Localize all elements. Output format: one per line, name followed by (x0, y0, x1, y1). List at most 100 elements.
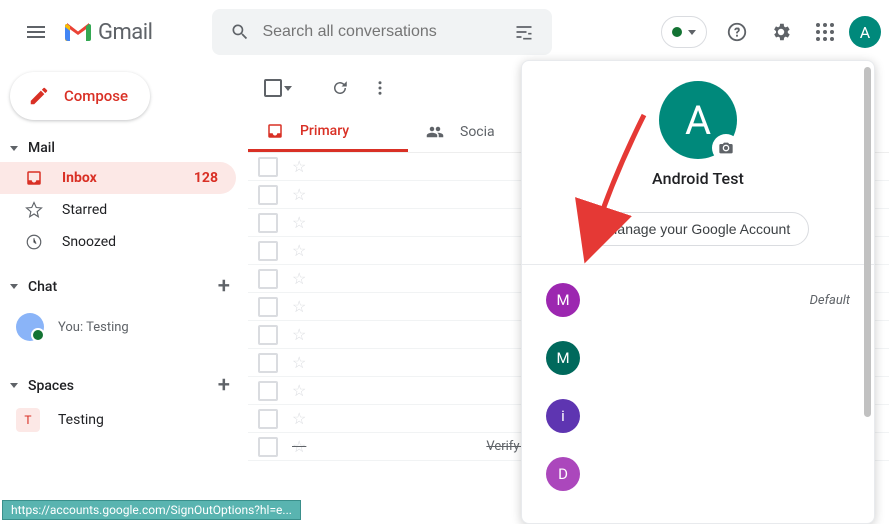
space-item-label: Testing (58, 412, 104, 428)
hamburger-icon (24, 20, 48, 44)
mail-checkbox[interactable] (258, 437, 278, 457)
mail-checkbox[interactable] (258, 185, 278, 205)
tab-primary[interactable]: Primary (248, 112, 408, 152)
mail-checkbox[interactable] (258, 409, 278, 429)
refresh-icon (331, 79, 349, 97)
star-button[interactable]: ☆ (292, 185, 306, 204)
spaces-section-header[interactable]: Spaces + (0, 367, 248, 404)
sidebar-item-snoozed[interactable]: Snoozed (0, 226, 236, 258)
account-row[interactable]: D (522, 445, 874, 503)
chat-item-label: You: Testing (58, 320, 129, 335)
support-button[interactable] (717, 12, 757, 52)
star-button[interactable]: ☆ (292, 409, 306, 428)
chat-section-header[interactable]: Chat + (0, 268, 248, 305)
header: Gmail A (0, 0, 889, 64)
caret-down-icon (284, 86, 292, 91)
chat-avatar-icon (16, 313, 44, 341)
default-account-tag: Default (810, 293, 850, 308)
caret-down-icon (10, 383, 18, 388)
star-button[interactable]: ☆ (292, 353, 306, 372)
gear-icon (770, 21, 792, 43)
search-input[interactable] (260, 22, 504, 42)
account-big-avatar: A (659, 81, 737, 159)
add-chat-button[interactable]: + (218, 274, 230, 299)
star-button[interactable]: ☆ (292, 381, 306, 400)
star-icon (24, 201, 44, 219)
chat-item[interactable]: You: Testing (0, 305, 248, 349)
inbox-icon (24, 169, 44, 187)
people-icon (426, 123, 444, 141)
star-button[interactable]: ☆ (292, 213, 306, 232)
sidebar-item-starred[interactable]: Starred (0, 194, 236, 226)
search-options-icon[interactable] (504, 22, 544, 42)
more-button[interactable] (360, 68, 400, 108)
chat-section-label: Chat (28, 279, 57, 295)
mail-checkbox[interactable] (258, 241, 278, 261)
mail-checkbox[interactable] (258, 325, 278, 345)
account-row[interactable]: M Default (522, 271, 874, 329)
select-all-checkbox[interactable] (258, 73, 298, 103)
inbox-count: 128 (194, 170, 218, 186)
active-status-icon (672, 27, 682, 37)
change-photo-button[interactable] (712, 134, 740, 162)
account-row[interactable]: M (522, 329, 874, 387)
spaces-section-label: Spaces (28, 378, 74, 394)
search-bar[interactable] (212, 9, 552, 55)
tab-social-label: Socia (460, 124, 495, 140)
mail-checkbox[interactable] (258, 381, 278, 401)
clock-icon (24, 233, 44, 251)
mail-checkbox[interactable] (258, 353, 278, 373)
manage-account-button[interactable]: Manage your Google Account (587, 212, 809, 246)
star-button[interactable]: ☆ (292, 325, 306, 344)
browser-status-bar: https://accounts.google.com/SignOutOptio… (2, 500, 301, 520)
avatar-letter: A (685, 97, 711, 144)
apps-grid-icon (816, 23, 834, 41)
mail-section-header[interactable]: Mail (0, 134, 248, 162)
account-avatar[interactable]: A (849, 16, 881, 48)
account-name: Android Test (652, 169, 744, 188)
search-icon[interactable] (220, 22, 260, 42)
google-apps-button[interactable] (805, 12, 845, 52)
app-name: Gmail (98, 20, 152, 45)
sidebar: Compose Mail Inbox 128 Starred Snoozed C… (0, 64, 248, 522)
inbox-label: Inbox (62, 170, 97, 186)
refresh-button[interactable] (320, 68, 360, 108)
gmail-logo[interactable]: Gmail (64, 20, 152, 45)
star-button[interactable]: ☆ (292, 297, 306, 316)
account-avatar-icon: M (546, 283, 580, 317)
gmail-logo-icon (64, 21, 92, 43)
space-item[interactable]: T Testing (0, 404, 236, 436)
settings-button[interactable] (761, 12, 801, 52)
main-menu-button[interactable] (12, 8, 60, 56)
inbox-icon (266, 122, 284, 140)
space-avatar: T (16, 408, 40, 432)
mail-checkbox[interactable] (258, 269, 278, 289)
sidebar-item-inbox[interactable]: Inbox 128 (0, 162, 236, 194)
caret-down-icon (10, 146, 18, 151)
mail-checkbox[interactable] (258, 157, 278, 177)
mail-checkbox[interactable] (258, 213, 278, 233)
popup-header: A Android Test Manage your Google Accoun… (522, 61, 874, 265)
status-indicator[interactable] (661, 16, 707, 48)
account-avatar-icon: M (546, 341, 580, 375)
star-button[interactable]: ☆ (292, 157, 306, 176)
more-vert-icon (371, 79, 389, 97)
pencil-icon (28, 85, 50, 107)
caret-down-icon (10, 284, 18, 289)
checkbox-icon (264, 79, 282, 97)
compose-button[interactable]: Compose (10, 72, 150, 120)
header-right: A (661, 12, 881, 52)
mail-checkbox[interactable] (258, 297, 278, 317)
star-button[interactable]: ☆ (292, 241, 306, 260)
star-button[interactable]: ☆ (292, 437, 306, 456)
account-popup: A Android Test Manage your Google Accoun… (521, 60, 875, 524)
account-avatar-icon: i (546, 399, 580, 433)
tab-social[interactable]: Socia (408, 112, 513, 152)
popup-scrollbar[interactable] (864, 67, 871, 417)
account-row[interactable]: i (522, 387, 874, 445)
caret-down-icon (688, 30, 696, 35)
add-space-button[interactable]: + (218, 373, 230, 398)
help-icon (726, 21, 748, 43)
tab-primary-label: Primary (300, 123, 349, 139)
star-button[interactable]: ☆ (292, 269, 306, 288)
